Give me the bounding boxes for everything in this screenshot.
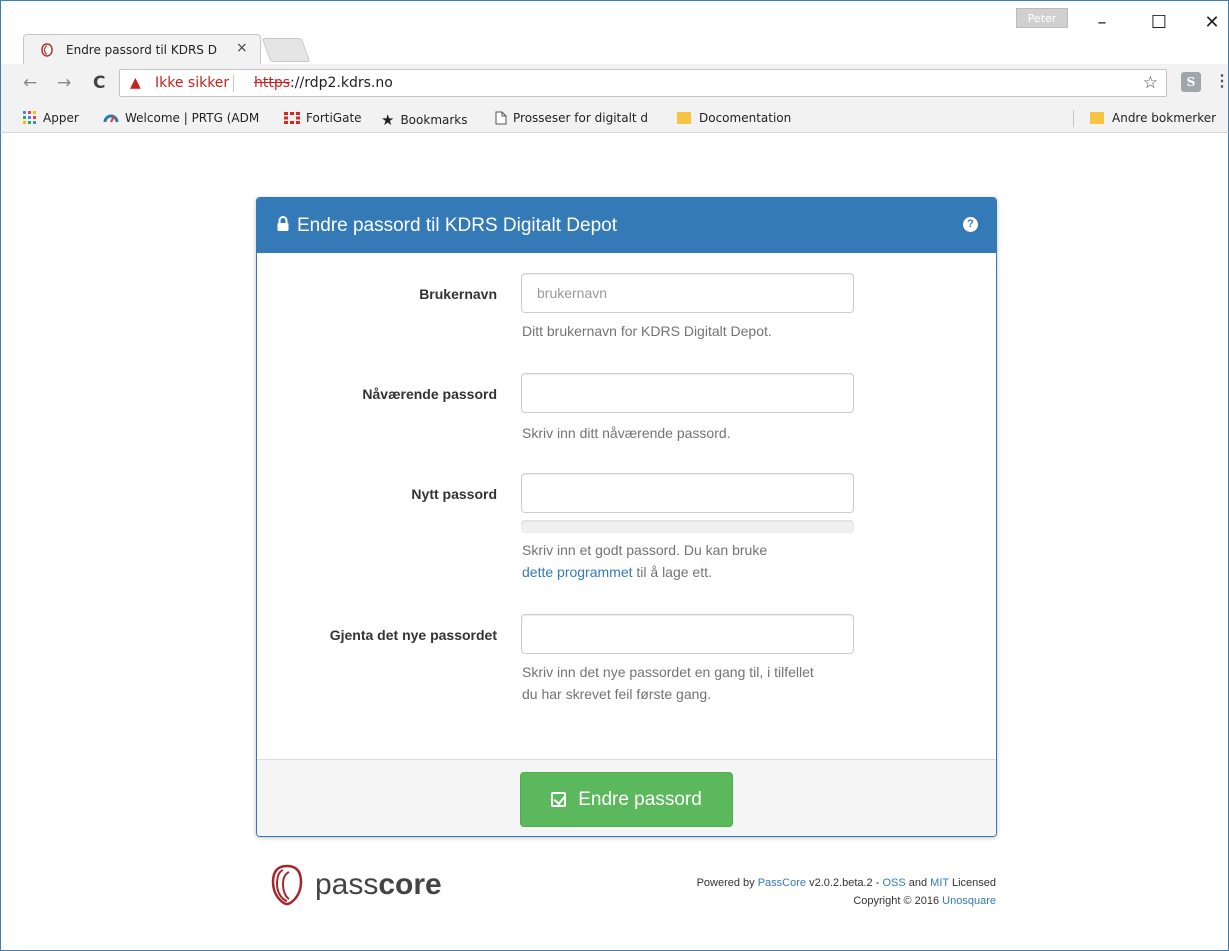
- passcore-shield-icon: [271, 864, 303, 906]
- bookmark-fortigate[interactable]: FortiGate: [284, 111, 362, 125]
- username-label: Brukernavn: [419, 286, 497, 302]
- bookmark-label: Docomentation: [699, 111, 792, 125]
- panel-footer: Endre passord: [257, 759, 996, 836]
- powered-prefix: Powered by: [696, 877, 758, 889]
- current-password-input[interactable]: [521, 373, 854, 413]
- user-profile-badge[interactable]: Peter: [1016, 8, 1068, 28]
- browser-toolbar: ← → C ▲ Ikke sikker https://rdp2.kdrs.no…: [0, 64, 1229, 104]
- copyright-text: Copyright © 2016: [853, 895, 943, 907]
- browser-tab[interactable]: Endre passord til KDRS D ×: [23, 34, 261, 65]
- username-input[interactable]: brukernavn: [521, 273, 854, 313]
- check-square-icon: [551, 792, 567, 807]
- warning-icon[interactable]: ▲: [130, 75, 141, 91]
- repeat-password-help: Skriv inn det nye passordet en gang til,…: [522, 664, 814, 702]
- page-content: Endre passord til KDRS Digitalt Depot ? …: [0, 133, 1229, 951]
- address-separator: [233, 74, 234, 92]
- bookmark-prosseser[interactable]: Prosseser for digitalt d: [495, 111, 648, 125]
- bookmark-label: Welcome | PRTG (ADM: [125, 111, 260, 125]
- new-password-input[interactable]: [521, 473, 854, 513]
- help-icon[interactable]: ?: [963, 217, 978, 232]
- bookmark-label: Bookmarks: [400, 113, 468, 127]
- bookmark-label: Apper: [43, 111, 79, 125]
- oss-link[interactable]: OSS: [882, 877, 905, 889]
- copyright-line: Copyright © 2016 Unosquare: [561, 892, 996, 910]
- and-text: and: [905, 877, 931, 889]
- url-host: ://rdp2.kdrs.no: [290, 75, 393, 91]
- bookmark-docomentation[interactable]: Docomentation: [677, 111, 791, 125]
- new-password-help-prefix: Skriv inn et godt passord. Du kan bruke: [522, 542, 768, 558]
- logo-bold: core: [378, 868, 442, 901]
- url-text[interactable]: https://rdp2.kdrs.no: [254, 75, 393, 91]
- security-label[interactable]: Ikke sikker: [155, 75, 229, 91]
- bookmark-bookmarks[interactable]: ★ Bookmarks: [381, 111, 468, 129]
- panel-header: Endre passord til KDRS Digitalt Depot ?: [257, 198, 996, 253]
- bookmark-label: Andre bokmerker: [1112, 111, 1217, 125]
- panel-title: Endre passord til KDRS Digitalt Depot: [297, 215, 617, 236]
- folder-icon: [677, 112, 691, 124]
- passcore-link[interactable]: PassCore: [758, 877, 806, 889]
- new-password-label: Nytt passord: [411, 486, 497, 502]
- password-generator-link[interactable]: dette programmet: [522, 564, 633, 580]
- bookmarks-bar: Apper Welcome | PRTG (ADM FortiGate ★ Bo…: [0, 104, 1229, 133]
- apps-grid-icon: [23, 111, 36, 124]
- current-password-label: Nåværende passord: [362, 386, 497, 402]
- page-icon: [495, 111, 507, 125]
- submit-label: Endre passord: [578, 788, 702, 810]
- reload-button[interactable]: C: [93, 73, 105, 93]
- logo-light: pass: [315, 868, 379, 901]
- new-password-help: Skriv inn et godt passord. Du kan bruke d…: [522, 539, 842, 583]
- licensed-text: Licensed: [948, 877, 996, 889]
- browser-menu-icon[interactable]: ⋮: [1214, 71, 1229, 91]
- tab-close-icon[interactable]: ×: [236, 40, 248, 56]
- unosquare-link[interactable]: Unosquare: [942, 895, 996, 907]
- bookmark-prtg[interactable]: Welcome | PRTG (ADM: [103, 111, 259, 125]
- repeat-password-label: Gjenta det nye passordet: [329, 627, 497, 643]
- address-bar[interactable]: ▲ Ikke sikker https://rdp2.kdrs.no ☆: [119, 69, 1167, 97]
- browser-chrome: Endre passord til KDRS D × Peter – ☐ ✕ ←…: [0, 0, 1229, 133]
- logo-wordmark: passcore: [315, 868, 442, 902]
- new-tab-button[interactable]: [261, 38, 311, 62]
- title-bar: Endre passord til KDRS D × Peter – ☐ ✕: [0, 0, 1229, 65]
- extension-icon[interactable]: S: [1181, 72, 1201, 92]
- maximize-button[interactable]: ☐: [1147, 11, 1171, 35]
- prtg-icon: [103, 114, 119, 123]
- back-button[interactable]: ←: [23, 73, 37, 93]
- new-password-help-suffix: til å lage ett.: [632, 564, 712, 580]
- powered-line: Powered by PassCore v2.0.2.beta.2 - OSS …: [561, 874, 996, 892]
- change-password-button[interactable]: Endre passord: [520, 772, 733, 827]
- bookmarks-separator: [1073, 110, 1074, 127]
- current-password-help: Skriv inn ditt nåværende passord.: [522, 425, 731, 441]
- fortigate-icon: [284, 112, 300, 124]
- close-window-button[interactable]: ✕: [1200, 11, 1224, 35]
- passcore-favicon-icon: [41, 43, 53, 57]
- bookmark-label: Prosseser for digitalt d: [513, 111, 649, 125]
- bookmark-label: FortiGate: [306, 111, 362, 125]
- forward-button[interactable]: →: [57, 73, 71, 93]
- bookmark-apps[interactable]: Apper: [23, 111, 79, 125]
- url-scheme: https: [254, 75, 291, 91]
- change-password-panel: Endre passord til KDRS Digitalt Depot ? …: [256, 197, 997, 837]
- passcore-logo: passcore: [269, 864, 442, 906]
- password-strength-bar: [521, 520, 854, 533]
- bookmark-other[interactable]: Andre bokmerker: [1090, 111, 1216, 125]
- repeat-password-input[interactable]: [521, 614, 854, 654]
- bookmark-star-icon[interactable]: ☆: [1143, 73, 1158, 93]
- version-text: v2.0.2.beta.2 -: [806, 877, 883, 889]
- powered-by-text: Powered by PassCore v2.0.2.beta.2 - OSS …: [561, 874, 996, 910]
- tab-title: Endre passord til KDRS D: [66, 43, 217, 57]
- mit-link[interactable]: MIT: [930, 877, 949, 889]
- folder-icon: [1090, 112, 1104, 124]
- minimize-button[interactable]: –: [1090, 11, 1114, 35]
- lock-icon: [277, 216, 289, 231]
- star-icon: ★: [381, 111, 395, 129]
- username-help: Ditt brukernavn for KDRS Digitalt Depot.: [522, 323, 772, 339]
